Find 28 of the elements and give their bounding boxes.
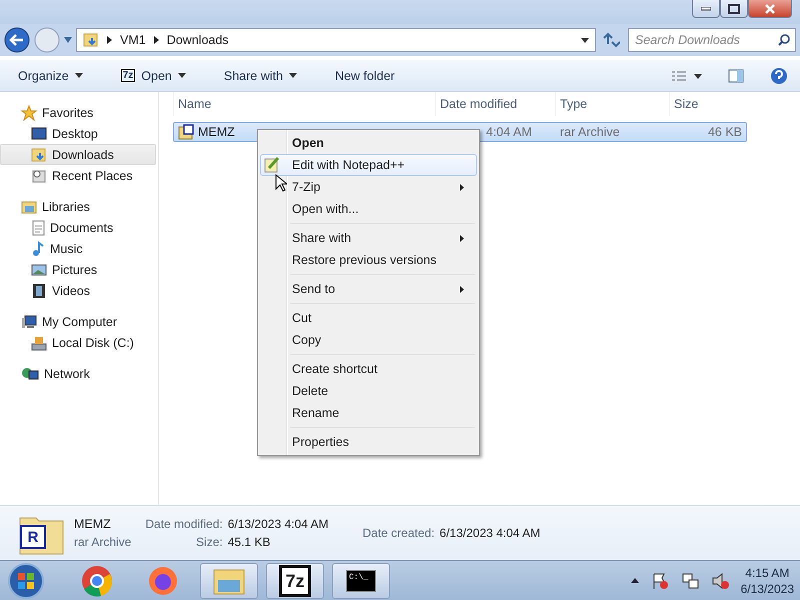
file-name: MEMZ: [74, 517, 112, 531]
sidebar-label: Documents: [50, 220, 114, 234]
sidebar-label: Pictures: [52, 262, 98, 276]
sidebar-label: Favorites: [42, 106, 94, 120]
sidebar-label: Music: [50, 242, 83, 256]
archive-badge: R: [20, 525, 46, 549]
archiver-icon: 7z: [120, 69, 136, 82]
sidebar-label: Downloads: [52, 148, 114, 162]
clock-date: 6/13/2023: [740, 582, 794, 596]
detail-value: 6/13/2023 4:04 AM: [228, 517, 328, 531]
sidebar-label: Videos: [52, 284, 90, 298]
file-name: MEMZ: [198, 125, 235, 139]
detail-label: Date created:: [362, 526, 435, 540]
type-cell: rar Archive: [560, 125, 620, 139]
detail-label: Date modified:: [145, 517, 223, 531]
sidebar-label: Recent Places: [52, 168, 133, 182]
clock-time: 4:15 AM: [745, 566, 790, 580]
sidebar-label: Libraries: [42, 200, 90, 214]
sidebar-label: My Computer: [42, 314, 118, 328]
size-cell: 46 KB: [708, 125, 742, 139]
date-modified-cell: 4:04 AM: [486, 125, 532, 139]
sidebar-label: Network: [44, 366, 90, 380]
sidebar-label: Desktop: [52, 126, 98, 140]
detail-value: 45.1 KB: [228, 535, 272, 549]
detail-value: 6/13/2023 4:04 AM: [440, 526, 540, 540]
file-type: rar Archive: [74, 535, 132, 549]
detail-label: Size:: [195, 535, 223, 549]
sidebar-label: Local Disk (C:): [52, 336, 134, 350]
